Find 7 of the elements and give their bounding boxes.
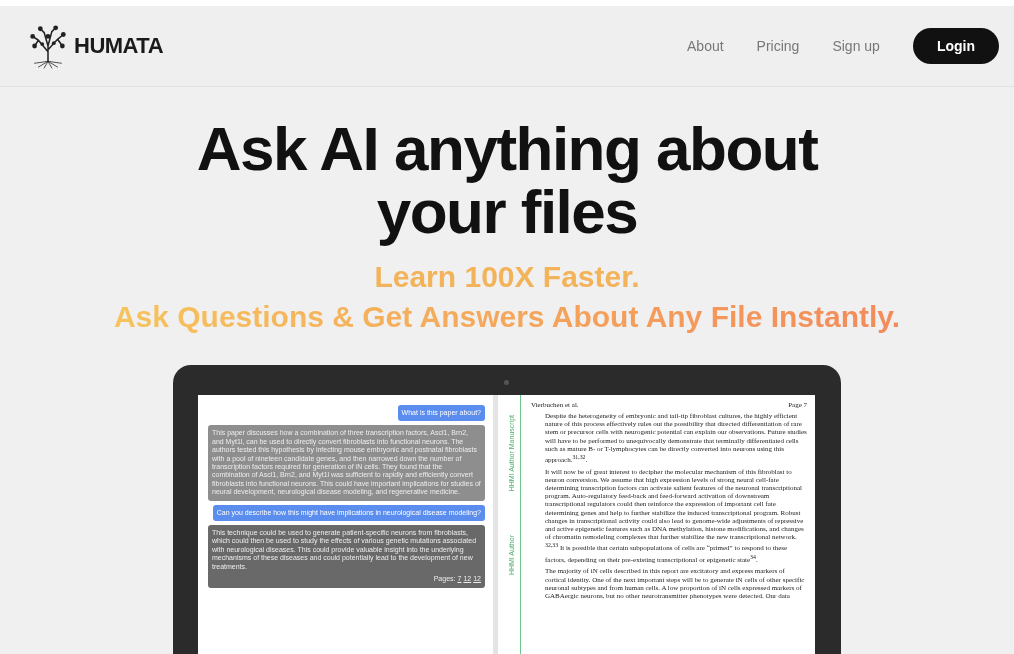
nav-link[interactable]: Sign up [832,38,880,54]
brand-name: HUMATA [74,33,164,59]
nav-link[interactable]: About [687,38,724,54]
hero-subtitle: Learn 100X Faster. [374,259,640,295]
login-button[interactable]: Login [912,28,999,64]
nav-link[interactable]: Pricing [756,38,800,54]
camera-icon [504,380,509,385]
